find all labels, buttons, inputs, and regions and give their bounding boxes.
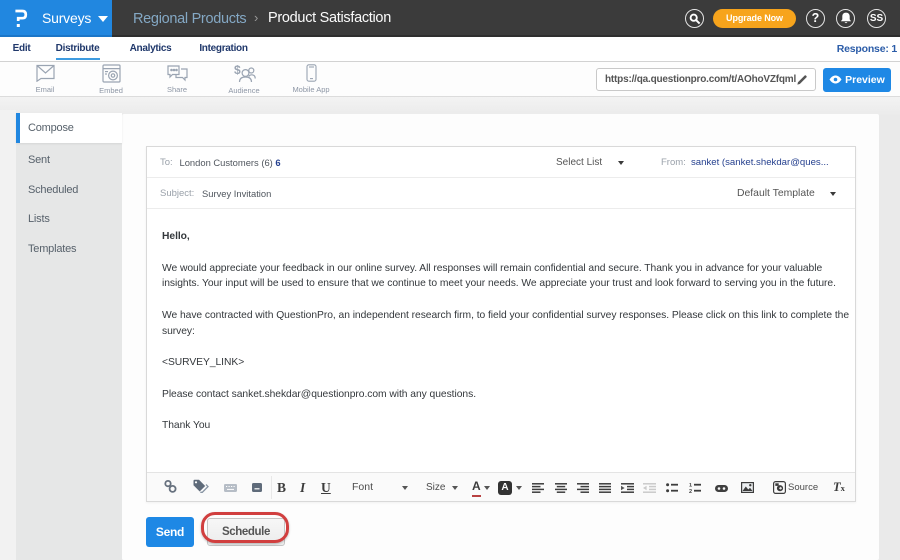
svg-text:2: 2 (689, 489, 692, 493)
svg-text:$: $ (234, 64, 241, 77)
svg-text:1: 1 (689, 483, 692, 489)
